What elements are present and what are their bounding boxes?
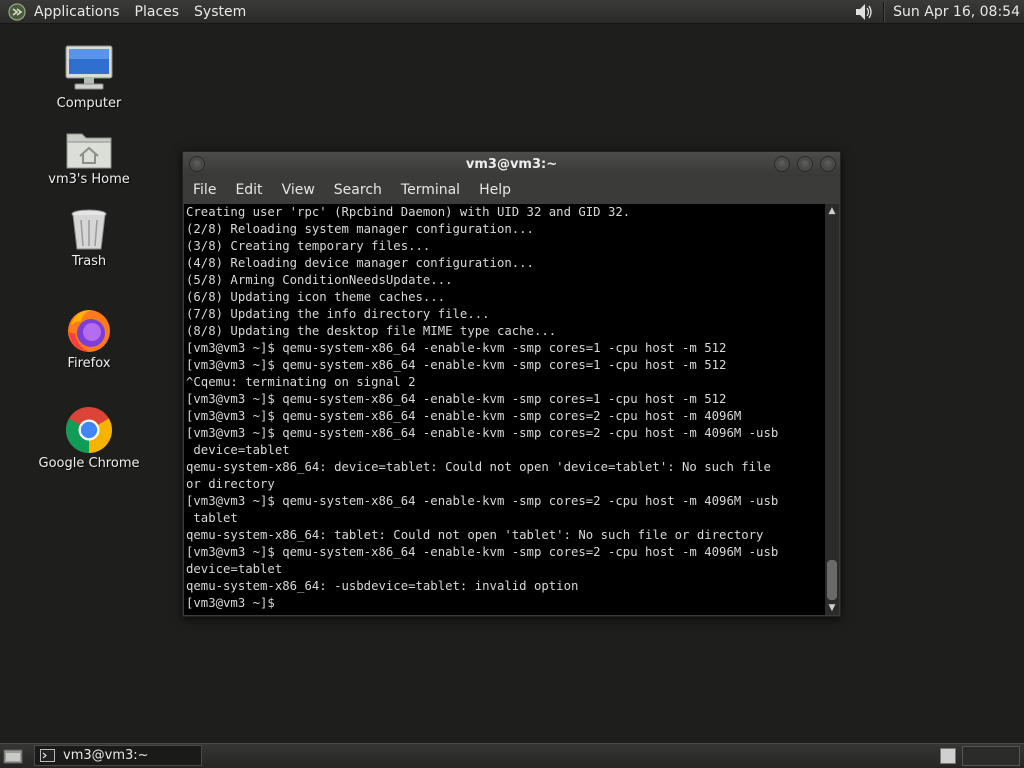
- system-menu[interactable]: System: [194, 4, 246, 20]
- clock[interactable]: Sun Apr 16, 08:54: [893, 4, 1020, 20]
- scrollbar-thumb[interactable]: [827, 560, 837, 600]
- terminal-menubar: File Edit View Search Terminal Help: [183, 176, 840, 204]
- window-menu-button[interactable]: [189, 156, 205, 172]
- scroll-down-arrow-icon[interactable]: ▼: [825, 601, 839, 615]
- workspace-switcher[interactable]: [940, 748, 956, 764]
- scroll-up-arrow-icon[interactable]: ▲: [825, 204, 839, 218]
- places-menu[interactable]: Places: [135, 4, 180, 20]
- terminal-line: [vm3@vm3 ~]$ qemu-system-x86_64 -enable-…: [186, 341, 727, 355]
- firefox-icon: [68, 310, 110, 352]
- terminal-line: device=tablet: [186, 562, 283, 576]
- terminal-line: qemu-system-x86_64: tablet: Could not op…: [186, 528, 764, 542]
- terminal-line: (5/8) Arming ConditionNeedsUpdate...: [186, 273, 453, 287]
- desktop-icon-computer[interactable]: Computer: [34, 44, 144, 111]
- menu-edit[interactable]: Edit: [235, 182, 272, 198]
- desktop-icon-label: Trash: [71, 254, 107, 269]
- desktop-icon-chrome[interactable]: Google Chrome: [34, 406, 144, 471]
- desktop-icon-label: Computer: [56, 96, 122, 111]
- trash-applet[interactable]: [962, 746, 1020, 766]
- terminal-scrollbar[interactable]: ▲ ▼: [825, 204, 839, 615]
- volume-icon[interactable]: [853, 1, 875, 23]
- menu-file[interactable]: File: [193, 182, 226, 198]
- terminal-line: [vm3@vm3 ~]$ qemu-system-x86_64 -enable-…: [186, 545, 779, 559]
- menu-help[interactable]: Help: [479, 182, 521, 198]
- home-folder-icon: [66, 133, 112, 169]
- close-button[interactable]: [820, 156, 836, 172]
- terminal-window[interactable]: vm3@vm3:~ File Edit View Search Terminal…: [182, 151, 841, 617]
- terminal-line: (3/8) Creating temporary files...: [186, 239, 431, 253]
- desktop-icon-firefox[interactable]: Firefox: [34, 306, 144, 371]
- panel-separator: [883, 1, 886, 22]
- window-title: vm3@vm3:~: [465, 156, 558, 172]
- show-desktop-icon[interactable]: [3, 747, 23, 765]
- terminal-line: Creating user 'rpc' (Rpcbind Daemon) wit…: [186, 205, 631, 219]
- terminal-line: device=tablet: [186, 443, 290, 457]
- minimize-button[interactable]: [774, 156, 790, 172]
- terminal-line: (2/8) Reloading system manager configura…: [186, 222, 534, 236]
- terminal-line: (8/8) Updating the desktop file MIME typ…: [186, 324, 557, 338]
- maximize-button[interactable]: [797, 156, 813, 172]
- top-panel: Applications Places System Sun Apr 16, 0…: [0, 0, 1024, 24]
- taskbar-window-label: vm3@vm3:~: [63, 748, 149, 763]
- terminal-line: or directory: [186, 477, 275, 491]
- terminal-line: tablet: [186, 511, 238, 525]
- trash-icon: [71, 209, 107, 250]
- terminal-icon: [40, 749, 55, 762]
- terminal-line: qemu-system-x86_64: device=tablet: Could…: [186, 460, 771, 474]
- desktop-icon-label: Google Chrome: [38, 456, 140, 471]
- terminal-line: [vm3@vm3 ~]$ qemu-system-x86_64 -enable-…: [186, 392, 727, 406]
- desktop-icon-label: Firefox: [67, 356, 111, 371]
- terminal-line: qemu-system-x86_64: -usbdevice=tablet: i…: [186, 579, 579, 593]
- desktop-icon-trash[interactable]: Trash: [34, 208, 144, 269]
- menu-terminal[interactable]: Terminal: [401, 182, 470, 198]
- computer-icon: [65, 45, 113, 90]
- distro-logo-icon[interactable]: [8, 2, 26, 21]
- bottom-panel: vm3@vm3:~: [0, 743, 1024, 768]
- chrome-icon: [66, 407, 112, 453]
- terminal-line: (7/8) Updating the info directory file..…: [186, 307, 490, 321]
- desktop-icon-home[interactable]: vm3's Home: [34, 128, 144, 187]
- menu-search[interactable]: Search: [334, 182, 392, 198]
- terminal-output[interactable]: Creating user 'rpc' (Rpcbind Daemon) wit…: [184, 204, 827, 615]
- menu-view[interactable]: View: [282, 182, 325, 198]
- terminal-line: [vm3@vm3 ~]$ qemu-system-x86_64 -enable-…: [186, 409, 742, 423]
- terminal-line: ^Cqemu: terminating on signal 2: [186, 375, 416, 389]
- terminal-line: (6/8) Updating icon theme caches...: [186, 290, 446, 304]
- taskbar-window-button[interactable]: vm3@vm3:~: [34, 745, 202, 766]
- terminal-line: [vm3@vm3 ~]$ qemu-system-x86_64 -enable-…: [186, 358, 727, 372]
- terminal-line: [vm3@vm3 ~]$ qemu-system-x86_64 -enable-…: [186, 426, 779, 440]
- desktop-icon-label: vm3's Home: [48, 172, 130, 187]
- applications-menu[interactable]: Applications: [34, 4, 120, 20]
- terminal-line: [vm3@vm3 ~]$ qemu-system-x86_64 -enable-…: [186, 494, 779, 508]
- window-titlebar[interactable]: vm3@vm3:~: [183, 152, 840, 176]
- terminal-line: (4/8) Reloading device manager configura…: [186, 256, 534, 270]
- terminal-prompt: [vm3@vm3 ~]$: [186, 596, 283, 610]
